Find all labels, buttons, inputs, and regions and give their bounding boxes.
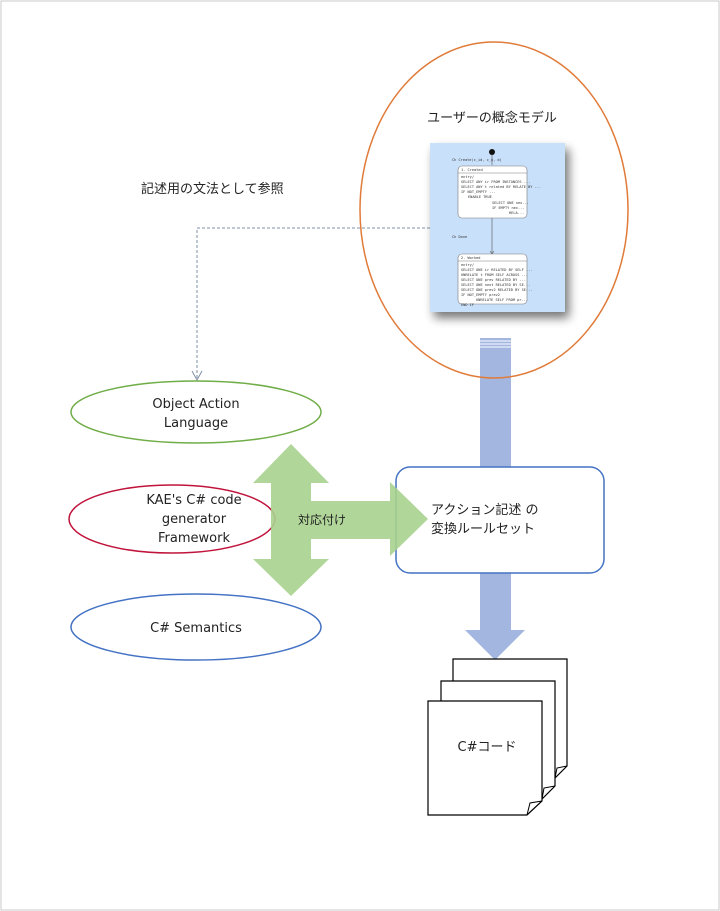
state-worked-line: SELECT ONE prev RELATED BY ... bbox=[461, 278, 526, 282]
state-worked-line: UNRELATE t FROM SELF ACROSS ... bbox=[461, 273, 528, 277]
blue-arrow-model-to-rules bbox=[480, 338, 511, 468]
diagram-canvas: ユーザーの概念モデル Ch Create(c_id, c_n, d) 1. Cr… bbox=[0, 0, 720, 911]
ruleset-label-line-2: 変換ルールセット bbox=[431, 521, 535, 537]
state-created-line: IF EMPTY nex... bbox=[492, 206, 524, 210]
thumbnail-top-label: Ch Create(c_id, c_n, d) bbox=[452, 158, 502, 162]
state-created-line: SELECT ONE nex... bbox=[492, 201, 529, 205]
state-created-line: SELECT ANY ir FROM INSTANCES ... bbox=[461, 180, 530, 184]
thumbnail-mid-label: Ch Done bbox=[452, 235, 467, 239]
code-document-front bbox=[427, 700, 543, 816]
state-worked-line: END IF bbox=[461, 303, 474, 307]
state-worked-title: 2. Worked bbox=[461, 256, 480, 260]
state-worked-line: UNRELATE SELF FROM pr... bbox=[476, 298, 528, 302]
oal-label-line-1: Object Action bbox=[152, 397, 239, 412]
state-worked-line: SELECT ONE ir RELATED BY SELF ... bbox=[461, 268, 532, 272]
state-created-line: RELA... bbox=[509, 211, 524, 215]
state-worked-line: SELECT ONE next RELATED BY SE... bbox=[461, 283, 530, 287]
oal-label-line-2: Language bbox=[164, 416, 228, 431]
code-documents: C#コード bbox=[427, 658, 568, 816]
grammar-reference-label: 記述用の文法として参照 bbox=[141, 181, 284, 197]
concept-model-title: ユーザーの概念モデル bbox=[427, 110, 557, 126]
state-created-title: 1. Created bbox=[461, 168, 483, 172]
page-border bbox=[0, 0, 720, 911]
state-diagram-thumbnail: Ch Create(c_id, c_n, d) 1. Created entry… bbox=[430, 143, 565, 312]
state-created-line: entry/ bbox=[461, 175, 474, 179]
code-document-label: C#コード bbox=[458, 740, 517, 755]
state-created-line: ENABLE TRUE bbox=[468, 195, 492, 199]
semantics-label: C# Semantics bbox=[150, 621, 242, 636]
framework-label-line-2: generator bbox=[162, 512, 227, 527]
oal-ellipse bbox=[70, 380, 322, 444]
framework-label-line-3: Framework bbox=[158, 531, 230, 546]
initial-state-dot bbox=[489, 149, 495, 155]
state-created-line: IF NOT_EMPTY ... bbox=[461, 190, 496, 194]
ruleset-label-line-1: アクション記述 の bbox=[431, 502, 538, 518]
framework-label-line-1: KAE's C# code bbox=[146, 493, 241, 508]
state-worked-line: SELECT ONE prev2 RELATED BY SE... bbox=[461, 288, 532, 292]
mapping-label: 対応付け bbox=[298, 513, 346, 527]
ruleset-box bbox=[395, 466, 605, 574]
state-created-line: SELECT ANY t related BY RELATE BY ... bbox=[461, 185, 541, 189]
state-worked-line: IF NOT_EMPTY prev2 bbox=[461, 293, 500, 297]
state-worked-line: entry/ bbox=[461, 263, 474, 267]
